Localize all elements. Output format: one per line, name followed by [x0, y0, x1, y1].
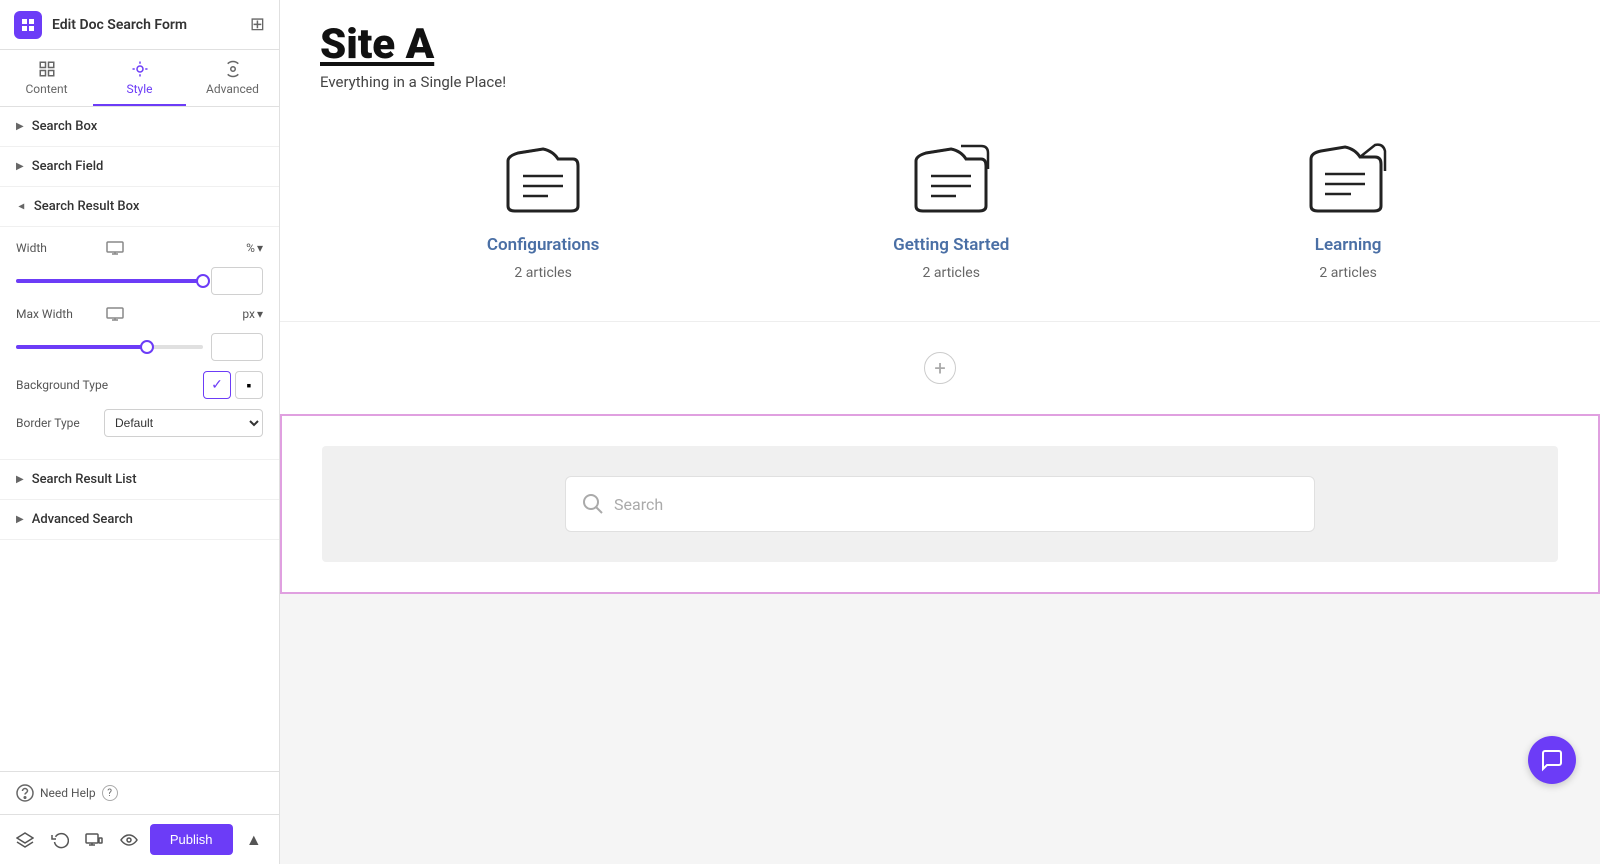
add-section-button[interactable]: + [924, 352, 956, 384]
category-card-2[interactable]: Learning 2 articles [1303, 141, 1393, 281]
search-result-list-label: Search Result List [32, 472, 137, 487]
panel-title: Edit Doc Search Form [52, 17, 240, 33]
site-header: Site A Everything in a Single Place! [280, 0, 1600, 101]
category-icon-2 [1303, 141, 1393, 225]
category-icon-0 [498, 141, 588, 225]
add-section: + [280, 321, 1600, 414]
panel-header: Edit Doc Search Form ⊞ [0, 0, 279, 50]
background-type-row: Background Type ✓ ▪ [16, 371, 263, 399]
eye-icon[interactable] [115, 824, 141, 856]
category-name-1: Getting Started [893, 235, 1009, 255]
arrow-advanced-search: ▶ [16, 514, 24, 525]
width-monitor-icon[interactable] [104, 239, 126, 257]
arrow-search-result-box: ▼ [15, 202, 26, 212]
section-advanced-search[interactable]: ▶ Advanced Search [0, 500, 279, 540]
max-width-unit-select[interactable]: px ▾ [242, 307, 263, 321]
border-type-select[interactable]: Default [104, 409, 263, 437]
panel-logo [14, 11, 42, 39]
publish-button[interactable]: Publish [150, 824, 233, 855]
max-width-label: Max Width [16, 307, 96, 321]
tab-advanced-label: Advanced [206, 82, 259, 96]
responsive-icon[interactable] [81, 824, 107, 856]
width-slider[interactable] [16, 279, 203, 283]
category-card-1[interactable]: Getting Started 2 articles [893, 141, 1009, 281]
left-panel: Edit Doc Search Form ⊞ Content Style Adv… [0, 0, 280, 864]
width-unit-value: % [246, 241, 255, 255]
history-icon[interactable] [46, 824, 72, 856]
max-width-row: Max Width px ▾ [16, 305, 263, 323]
tab-style-label: Style [126, 82, 152, 96]
border-type-row: Border Type Default [16, 409, 263, 437]
category-icon-1 [906, 141, 996, 225]
main-content: Site A Everything in a Single Place! Con… [280, 0, 1600, 864]
category-count-2: 2 articles [1319, 265, 1376, 281]
bottom-bar: Need Help ? [0, 771, 279, 814]
chat-button[interactable] [1528, 736, 1576, 784]
search-box-label: Search Box [32, 119, 98, 134]
search-icon [582, 493, 604, 515]
arrow-search-result-list: ▶ [16, 474, 24, 485]
tab-content[interactable]: Content [0, 50, 93, 106]
width-label: Width [16, 241, 96, 255]
border-type-label: Border Type [16, 416, 96, 430]
width-input[interactable]: 100 [211, 267, 263, 295]
max-width-monitor-icon[interactable] [104, 305, 126, 323]
max-width-unit-chevron: ▾ [257, 307, 263, 321]
search-placeholder-text: Search [614, 495, 663, 514]
tab-style[interactable]: Style [93, 50, 186, 106]
search-result-box-label: Search Result Box [34, 199, 140, 214]
max-width-input[interactable]: 1600 [211, 333, 263, 361]
need-help-label: Need Help [40, 786, 96, 800]
tab-advanced[interactable]: Advanced [186, 50, 279, 106]
bottom-toolbar: Publish ▲ [0, 814, 279, 864]
tab-content-label: Content [25, 82, 67, 96]
category-name-2: Learning [1315, 235, 1382, 255]
section-search-result-list[interactable]: ▶ Search Result List [0, 460, 279, 500]
background-type-label: Background Type [16, 378, 108, 392]
width-unit-select[interactable]: % ▾ [246, 241, 263, 255]
need-help[interactable]: Need Help ? [16, 784, 263, 802]
search-field-label: Search Field [32, 159, 104, 174]
tab-bar: Content Style Advanced [0, 50, 279, 107]
search-input-box[interactable]: Search [565, 476, 1315, 532]
layers-icon[interactable] [12, 824, 38, 856]
section-search-field[interactable]: ▶ Search Field [0, 147, 279, 187]
category-card-0[interactable]: Configurations 2 articles [487, 141, 600, 281]
category-count-1: 2 articles [923, 265, 980, 281]
chevron-up-icon[interactable]: ▲ [241, 824, 267, 856]
site-subtitle: Everything in a Single Place! [320, 73, 1560, 91]
max-width-slider-row: 1600 [16, 333, 263, 361]
site-title: Site A [320, 20, 1560, 69]
panel-content: ▶ Search Box ▶ Search Field ▼ Search Res… [0, 107, 279, 771]
section-search-result-box[interactable]: ▼ Search Result Box [0, 187, 279, 227]
section-search-box[interactable]: ▶ Search Box [0, 107, 279, 147]
search-result-box-content: Width % ▾ 100 Max Width [0, 227, 279, 460]
arrow-search-box: ▶ [16, 121, 24, 132]
bg-btn-gradient[interactable]: ✓ [203, 371, 231, 399]
bg-type-buttons: ✓ ▪ [203, 371, 263, 399]
max-width-slider[interactable] [16, 345, 203, 349]
arrow-search-field: ▶ [16, 161, 24, 172]
grid-icon[interactable]: ⊞ [250, 14, 265, 35]
search-box-wrapper: Search [322, 446, 1558, 562]
search-section[interactable]: Search [280, 414, 1600, 594]
max-width-unit-value: px [242, 307, 255, 321]
advanced-search-label: Advanced Search [32, 512, 133, 527]
width-unit-chevron: ▾ [257, 241, 263, 255]
bg-btn-image[interactable]: ▪ [235, 371, 263, 399]
help-info-icon[interactable]: ? [102, 785, 118, 801]
width-row: Width % ▾ [16, 239, 263, 257]
width-slider-row: 100 [16, 267, 263, 295]
category-count-0: 2 articles [514, 265, 571, 281]
category-name-0: Configurations [487, 235, 600, 255]
categories-section: Configurations 2 articles Getting Starte… [280, 101, 1600, 321]
